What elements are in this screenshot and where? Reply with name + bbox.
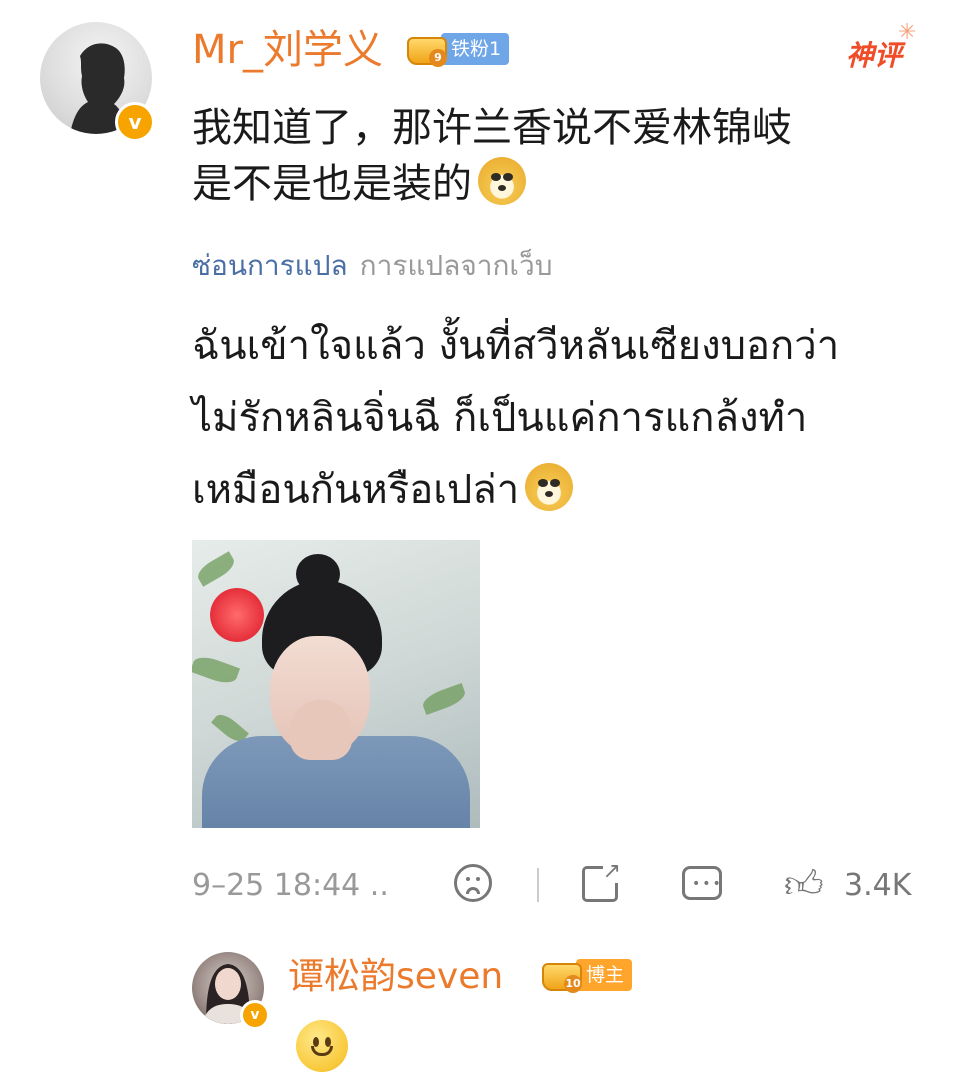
commenter-name[interactable]: Mr_刘学义 — [192, 22, 383, 78]
comment-icon[interactable]: ••• — [682, 866, 722, 900]
comment-text: 我知道了，那许兰香说不爱林锦岐 是不是也是装的 — [192, 100, 932, 212]
hide-translation-link[interactable]: ซ่อนการแปล — [192, 249, 348, 282]
comment-text-line: 是不是也是装的 — [192, 156, 932, 212]
translated-text: ฉันเข้าใจแล้ว งั้นที่สวีหลันเซียงบอกว่า … — [192, 310, 932, 526]
translated-line: เหมือนกันหรือเปล่า — [192, 454, 932, 526]
smile-emoji-icon — [296, 1020, 348, 1072]
verified-badge: v — [240, 1000, 270, 1030]
author-badge[interactable]: 10 博主 — [538, 957, 633, 993]
hot-comment-label: 神评 — [846, 39, 903, 72]
flower-decoration — [210, 588, 264, 642]
share-icon[interactable]: ↗ — [582, 861, 621, 902]
fan-badge[interactable]: 9 铁粉1 — [403, 31, 510, 67]
translated-line: ไม่รักหลินจิ่นฉี ก็เป็นแค่การแกล้งทำ — [192, 395, 808, 441]
like-icon[interactable]: 👍︎ — [784, 860, 824, 908]
fan-badge-label: 铁粉1 — [441, 33, 510, 65]
like-count: 3.4K — [844, 868, 912, 903]
divider — [537, 868, 539, 902]
reply-author-name[interactable]: 谭松韵seven — [288, 950, 503, 1004]
translation-source-label: การแปลจากเว็บ — [359, 249, 553, 282]
crown-icon: 9 — [403, 31, 447, 67]
dislike-icon[interactable] — [454, 864, 492, 902]
comment-text-line: 我知道了，那许兰香说不爱林锦岐 — [192, 105, 792, 151]
doge-emoji-icon — [478, 157, 526, 205]
doge-emoji-icon — [525, 463, 574, 511]
comment-image[interactable] — [192, 540, 480, 828]
translated-line: ฉันเข้าใจแล้ว งั้นที่สวีหลันเซียงบอกว่า — [192, 323, 840, 369]
translation-bar: ซ่อนการแปล การแปลจากเว็บ — [192, 246, 553, 286]
author-badge-label: 博主 — [576, 959, 633, 991]
crown-icon: 10 — [538, 957, 582, 993]
verified-badge: v — [115, 102, 155, 142]
comment-timestamp: 9–25 18:44 .. — [192, 868, 389, 903]
sparkle-icon: ✳ — [898, 20, 917, 45]
